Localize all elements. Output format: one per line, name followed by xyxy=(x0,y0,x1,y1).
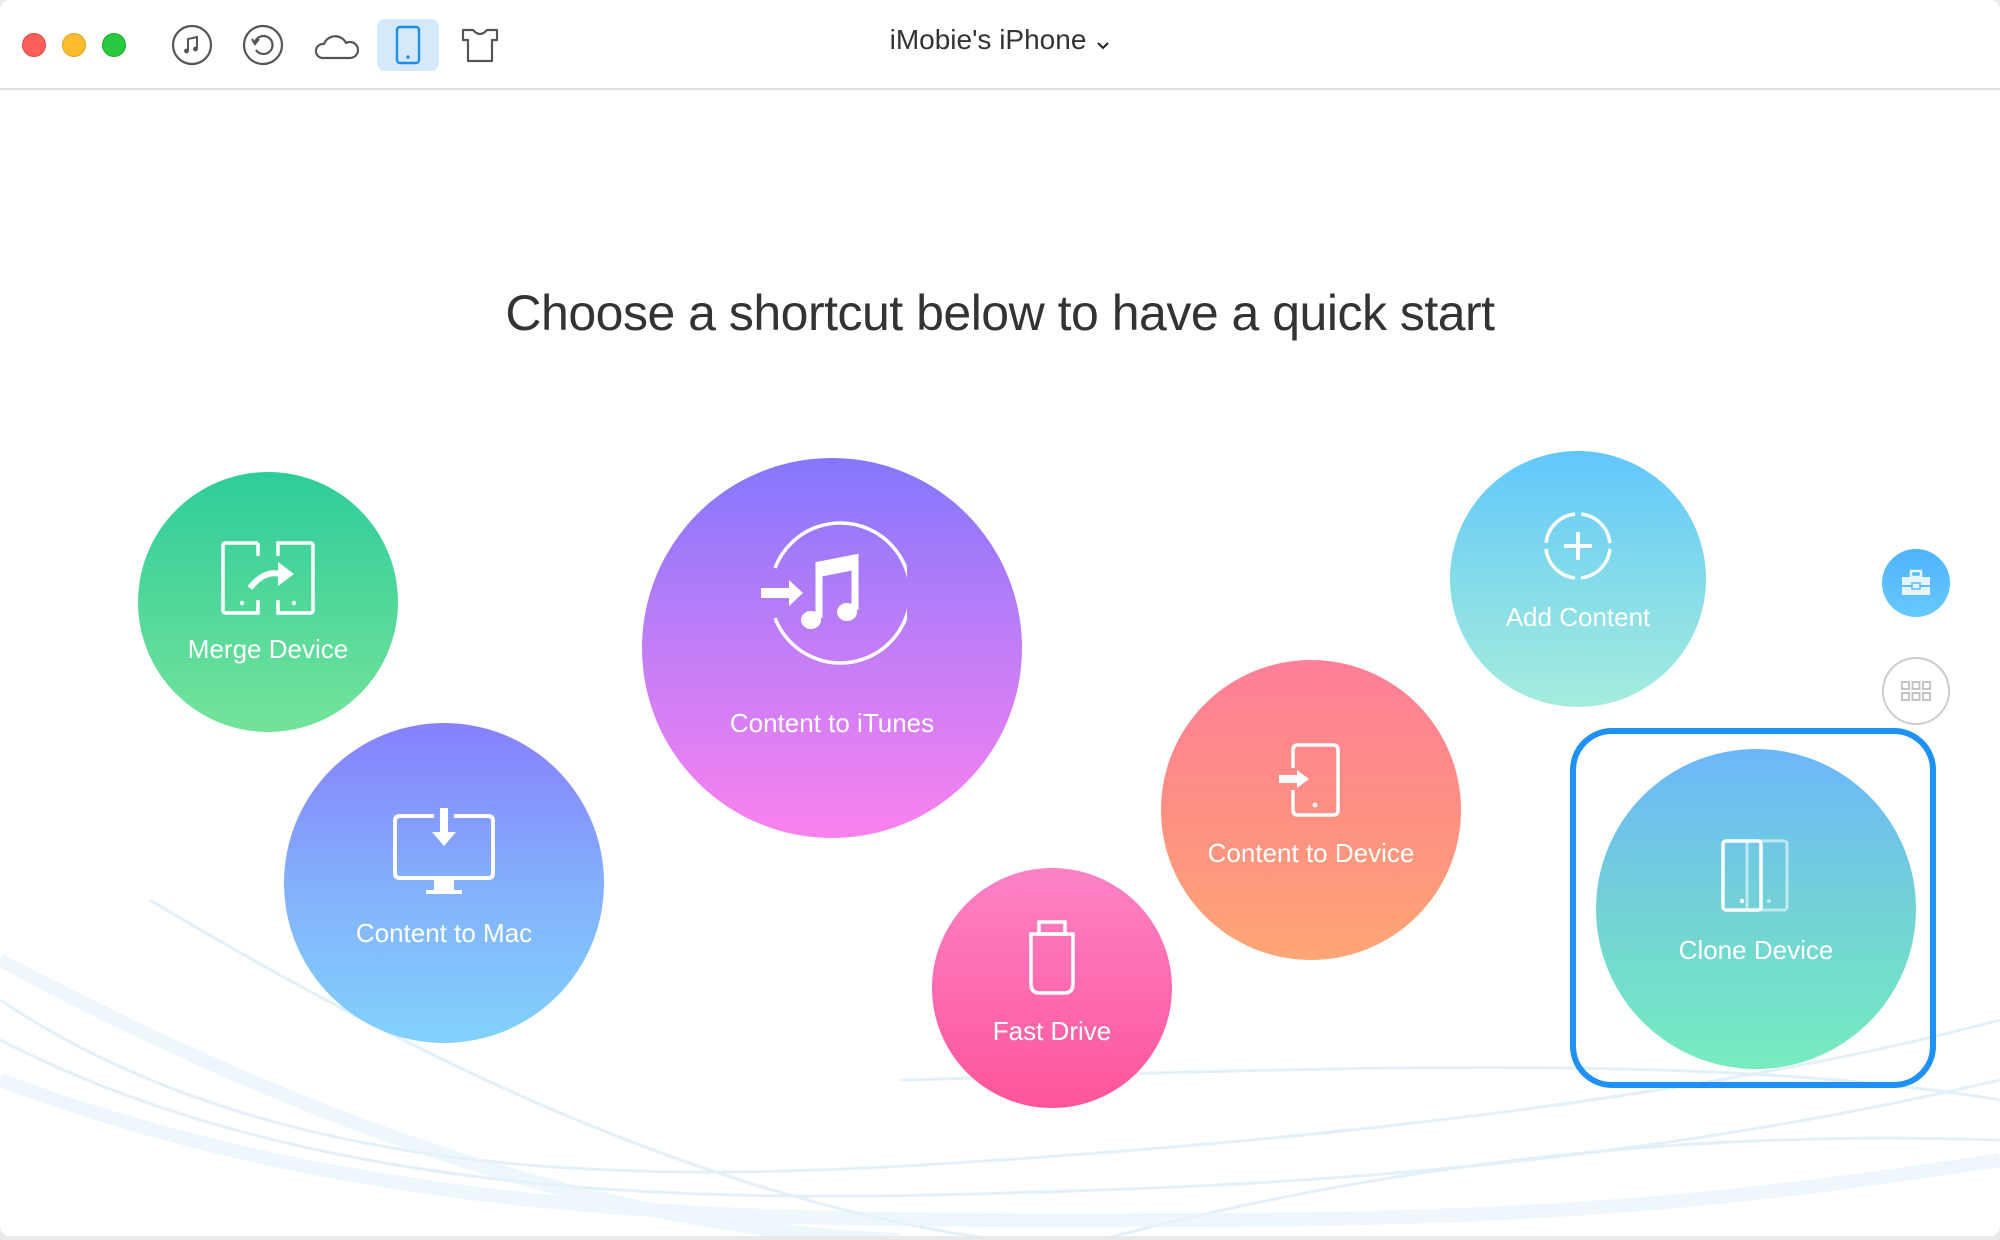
shortcut-label: Content to Mac xyxy=(355,917,533,948)
merge-device-icon xyxy=(221,540,315,615)
add-content-icon xyxy=(1544,511,1612,580)
grid-icon xyxy=(1901,681,1931,701)
shortcut-merge-device[interactable]: Merge Device xyxy=(138,472,398,732)
shortcut-content-to-device[interactable]: Content to Device xyxy=(1161,660,1461,960)
category-view-button[interactable] xyxy=(1882,657,1950,725)
shortcut-clone-device[interactable]: Clone Device xyxy=(1596,749,1916,1069)
device-import-icon xyxy=(1279,742,1340,817)
shortcut-label: Content to Device xyxy=(1207,837,1415,868)
shortcut-label: Merge Device xyxy=(187,633,349,664)
toolbox-icon xyxy=(1902,569,1930,595)
itunes-transfer-icon xyxy=(761,520,907,665)
shortcut-label: Add Content xyxy=(1505,601,1651,632)
title-bar: iMobie's iPhone xyxy=(0,0,2000,90)
app-window: iMobie's iPhone Choose a shortcut below … xyxy=(0,0,2000,1236)
shortcut-content-to-mac[interactable]: Content to Mac xyxy=(284,723,604,1043)
mac-download-icon xyxy=(393,807,495,894)
page-headline: Choose a shortcut below to have a quick … xyxy=(505,284,1495,341)
shortcut-label: Content to iTunes xyxy=(729,707,935,738)
clone-device-icon xyxy=(1721,838,1789,912)
device-selector[interactable]: iMobie's iPhone xyxy=(0,24,2000,58)
usb-drive-icon xyxy=(1029,919,1075,995)
shortcut-fast-drive[interactable]: Fast Drive xyxy=(932,868,1172,1108)
device-name: iMobie's iPhone xyxy=(889,24,1087,55)
chevron-down-icon xyxy=(1096,26,1110,58)
shortcut-label: Fast Drive xyxy=(992,1015,1112,1046)
shortcut-label: Clone Device xyxy=(1678,934,1834,965)
shortcut-content-to-itunes[interactable]: Content to iTunes xyxy=(642,458,1022,838)
shortcut-add-content[interactable]: Add Content xyxy=(1450,451,1706,707)
toolbox-button[interactable] xyxy=(1882,549,1950,617)
